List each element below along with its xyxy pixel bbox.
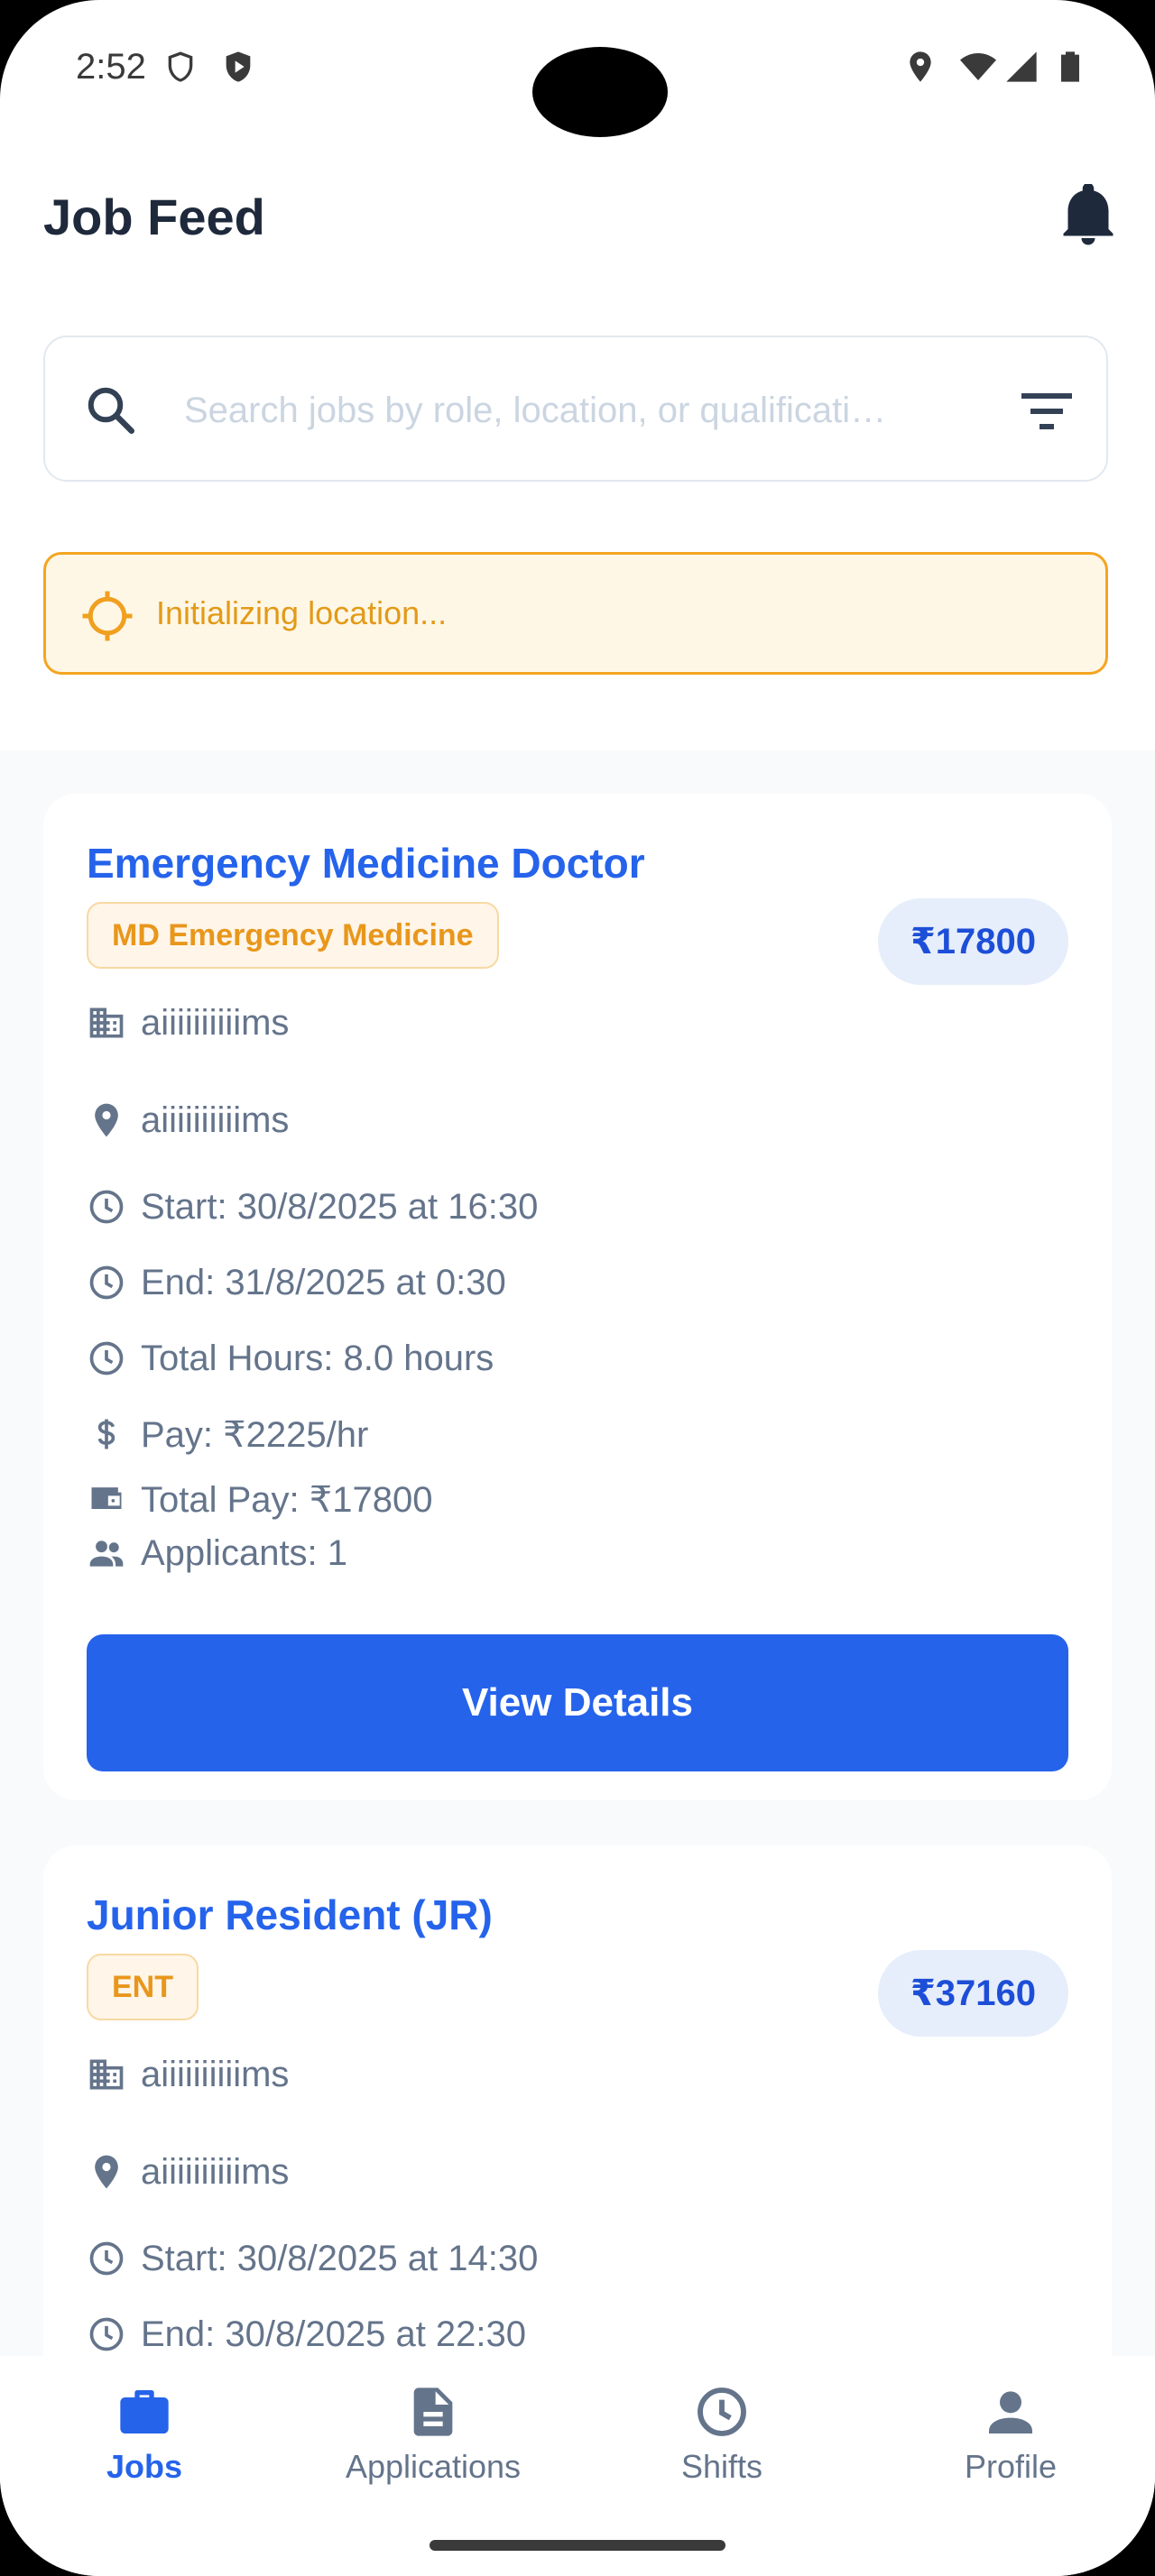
nav-label: Jobs xyxy=(106,2448,183,2485)
total-price-badge: ₹37160 xyxy=(877,1950,1068,2037)
nav-profile[interactable]: Profile xyxy=(866,2356,1155,2500)
job-location: aiiiiiiiiiims xyxy=(141,2152,290,2192)
location-pin-icon xyxy=(95,2155,118,2189)
clock-icon xyxy=(698,2387,746,2436)
building-icon xyxy=(89,1007,124,1038)
qualification-badge: ENT xyxy=(87,1954,199,2020)
total-pay: Total Pay: ₹17800 xyxy=(141,1480,433,1520)
qualification-badge: MD Emergency Medicine xyxy=(87,902,499,969)
person-icon xyxy=(989,2391,1032,2433)
end-time: End: 31/8/2025 at 0:30 xyxy=(141,1263,506,1302)
nav-shifts[interactable]: Shifts xyxy=(578,2356,866,2500)
clock-icon xyxy=(89,1341,124,1375)
total-hours: Total Hours: 8.0 hours xyxy=(141,1339,494,1378)
clock-icon xyxy=(89,2317,124,2351)
wifi-icon xyxy=(960,53,996,80)
start-time: Start: 30/8/2025 at 14:30 xyxy=(141,2239,539,2278)
nav-label: Profile xyxy=(964,2448,1058,2485)
clock-icon xyxy=(89,1265,124,1300)
hospital-name: aiiiiiiiiiims xyxy=(141,1003,290,1043)
job-card[interactable]: Junior Resident (JR) ENT ₹37160 aiiiiiii… xyxy=(43,1845,1112,2356)
briefcase-icon xyxy=(120,2390,169,2433)
job-title[interactable]: Junior Resident (JR) xyxy=(87,1891,493,1939)
location-pin-icon xyxy=(95,1103,118,1137)
page-title: Job Feed xyxy=(43,189,265,245)
hospital-name: aiiiiiiiiiims xyxy=(141,2055,290,2094)
search-bar[interactable] xyxy=(43,336,1108,482)
end-time: End: 30/8/2025 at 22:30 xyxy=(141,2314,527,2354)
dollar-icon xyxy=(97,1419,116,1449)
home-indicator[interactable] xyxy=(430,2540,725,2551)
gps-target-icon xyxy=(82,591,133,641)
location-status-icon xyxy=(910,51,931,82)
total-price-badge: ₹17800 xyxy=(877,898,1068,985)
search-input[interactable] xyxy=(182,373,998,447)
job-title[interactable]: Emergency Medicine Doctor xyxy=(87,839,645,888)
building-icon xyxy=(89,2059,124,2090)
document-icon xyxy=(413,2387,453,2436)
location-status-text: Initializing location... xyxy=(156,594,448,631)
play-protect-icon xyxy=(226,51,251,82)
signal-icon xyxy=(1006,51,1037,82)
people-icon xyxy=(89,1541,124,1567)
status-bar: 2:52 xyxy=(0,0,1155,144)
nav-jobs[interactable]: Jobs xyxy=(0,2356,289,2500)
filter-icon[interactable] xyxy=(1020,390,1074,433)
clock-icon xyxy=(89,2241,124,2276)
status-time: 2:52 xyxy=(76,47,146,87)
shield-icon xyxy=(168,51,193,82)
job-location: aiiiiiiiiiims xyxy=(141,1100,290,1140)
nav-label: Shifts xyxy=(680,2448,763,2485)
job-card[interactable]: Emergency Medicine Doctor MD Emergency M… xyxy=(43,794,1112,1800)
search-icon xyxy=(88,387,134,434)
location-status-banner: Initializing location... xyxy=(43,552,1108,675)
applicants-count: Applicants: 1 xyxy=(141,1533,348,1573)
notification-bell-icon[interactable] xyxy=(1061,184,1115,247)
nav-applications[interactable]: Applications xyxy=(289,2356,578,2500)
camera-cutout xyxy=(532,47,668,137)
battery-icon xyxy=(1061,51,1079,82)
pay-rate: Pay: ₹2225/hr xyxy=(141,1415,369,1455)
wallet-icon xyxy=(91,1487,122,1509)
job-feed-list[interactable]: Emergency Medicine Doctor MD Emergency M… xyxy=(0,750,1155,2356)
view-details-button[interactable]: View Details xyxy=(87,1634,1068,1771)
start-time: Start: 30/8/2025 at 16:30 xyxy=(141,1187,539,1227)
clock-icon xyxy=(89,1190,124,1224)
app-screen: 2:52 Job Feed Initializing location... E… xyxy=(0,0,1155,2576)
nav-label: Applications xyxy=(345,2448,522,2485)
